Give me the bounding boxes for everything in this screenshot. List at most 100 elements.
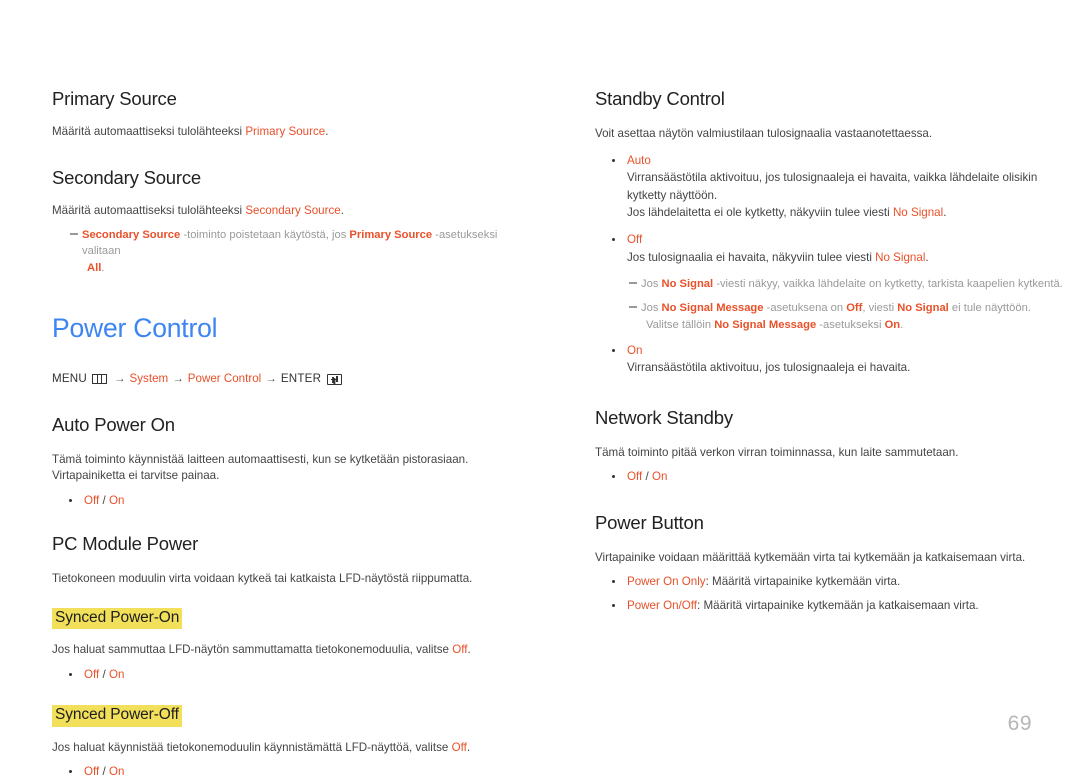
arrow-separator-2: → — [172, 372, 184, 386]
left-column: Primary Source Määritä automaattiseksi t… — [52, 88, 538, 781]
power-button-options: Power On Only: Määritä virtapainike kytk… — [595, 574, 1080, 614]
standby-control-option-auto: Auto Virransäästötila aktivoituu, jos tu… — [595, 153, 1080, 222]
text-fragment: -viesti näkyy, vaikka lähdelaite on kytk… — [713, 278, 1063, 291]
option-on-line: Virransäästötila aktivoituu, jos tulosig… — [627, 361, 911, 375]
arrow-separator-1: → — [113, 372, 126, 386]
list-item: Power On/Off: Määritä virtapainike kytke… — [595, 598, 1080, 614]
option-auto-line1: Virransäästötila aktivoituu, jos tulosig… — [627, 171, 1038, 185]
option-power-on-only-desc: : Määritä virtapainike kytkemään virta. — [705, 575, 901, 589]
chapter-heading-power-control: Power Control — [52, 312, 218, 343]
keyword-secondary-source: Secondary Source — [245, 203, 341, 217]
keyword-on: On — [884, 318, 901, 331]
network-standby-options: Off / On — [595, 469, 1080, 485]
section-heading-network-standby: Network Standby — [595, 406, 733, 428]
text-fragment: Määritä automaattiseksi tulolähteeksi — [52, 203, 246, 217]
text-fragment: Jos — [641, 302, 662, 315]
text-fragment: . — [101, 261, 105, 274]
note-no-signal-message: Jos No Signal Message -asetuksena on Off… — [595, 300, 1080, 332]
text-fragment: Valitse tällöin — [646, 318, 715, 331]
note-continuation: All. — [82, 260, 538, 276]
standby-control-option-on: On Virransäästötila aktivoituu, jos tulo… — [595, 343, 1080, 377]
list-item: Off / On — [52, 493, 538, 509]
option-on: On — [108, 667, 125, 681]
list-item: On Virransäästötila aktivoituu, jos tulo… — [595, 343, 1080, 377]
auto-power-on-description-line1: Tämä toiminto käynnistää laitteen automa… — [52, 452, 469, 466]
option-off: Off — [627, 470, 643, 484]
enter-label: ENTER — [280, 372, 322, 386]
standby-control-description: Voit asettaa näytön valmiustilaan tulosi… — [595, 127, 933, 141]
menu-path-breadcrumb: MENU → System → Power Control → ENTER — [52, 371, 538, 387]
menu-path-power-control: Power Control — [187, 372, 262, 386]
keyword-no-signal: No Signal — [875, 250, 926, 264]
option-label-auto: Auto — [627, 153, 651, 167]
option-off: Off — [84, 765, 100, 779]
option-separator: / — [99, 667, 109, 681]
text-fragment: Jos lähdelaitetta ei ole kytketty, näkyv… — [627, 206, 893, 219]
option-on: On — [108, 493, 125, 507]
list-item: Auto Virransäästötila aktivoituu, jos tu… — [595, 153, 1080, 222]
section-heading-pc-module-power: PC Module Power — [52, 533, 199, 555]
keyword-no-signal-message: No Signal Message — [714, 318, 817, 331]
section-heading-power-button: Power Button — [595, 511, 704, 533]
option-power-on-off-desc: : Määritä virtapainike kytkemään ja katk… — [697, 598, 979, 612]
option-off-line: Jos tulosignaalia ei havaita, näkyviin t… — [627, 250, 1080, 266]
option-label-on: On — [627, 343, 643, 357]
synced-power-on-description: Jos haluat sammuttaa LFD-näytön sammutta… — [52, 642, 538, 658]
secondary-source-description: Määritä automaattiseksi tulolähteeksi Se… — [52, 203, 538, 219]
option-power-on-off: Power On/Off — [627, 598, 698, 612]
synced-power-on-options: Off / On — [52, 667, 538, 683]
keyword-primary-source: Primary Source — [349, 229, 433, 242]
power-button-description: Virtapainike voidaan määrittää kytkemään… — [595, 550, 1026, 564]
text-fragment: . — [943, 206, 947, 219]
menu-grid-icon — [91, 374, 107, 385]
keyword-no-signal: No Signal — [892, 206, 944, 219]
keyword-no-signal: No Signal — [661, 278, 714, 291]
auto-power-on-options: Off / On — [52, 493, 538, 509]
option-on: On — [651, 470, 668, 484]
option-separator: / — [642, 470, 652, 484]
keyword-secondary-source: Secondary Source — [82, 229, 181, 242]
option-auto-line1b: kytketty näyttöön. — [627, 188, 718, 202]
note-no-signal-cable-check: Jos No Signal -viesti näkyy, vaikka lähd… — [595, 276, 1080, 292]
option-separator: / — [99, 493, 109, 507]
text-fragment: -asetuksena on — [763, 302, 847, 315]
text-fragment: Jos tulosignaalia ei havaita, näkyviin t… — [627, 250, 876, 264]
option-off: Off — [84, 493, 100, 507]
section-heading-primary-source: Primary Source — [52, 88, 177, 109]
page-number: 69 — [1007, 712, 1032, 735]
list-item: Off / On — [595, 469, 1080, 485]
text-fragment: Jos haluat käynnistää tietokonemoduulin … — [52, 740, 452, 754]
primary-source-description: Määritä automaattiseksi tulolähteeksi Pr… — [52, 124, 538, 140]
section-heading-auto-power-on: Auto Power On — [52, 413, 175, 435]
text-fragment: -asetukseksi — [816, 318, 885, 331]
subheading-synced-power-off: Synced Power-Off — [52, 705, 182, 727]
section-heading-standby-control: Standby Control — [595, 88, 725, 109]
note-secondary-source-disabled: Secondary Source -toiminto poistetaan kä… — [52, 227, 538, 275]
text-fragment: ei tule näyttöön. — [948, 302, 1031, 315]
text-fragment: . — [466, 740, 471, 754]
text-fragment: , viesti — [862, 302, 898, 315]
list-item: Power On Only: Määritä virtapainike kytk… — [595, 574, 1080, 590]
